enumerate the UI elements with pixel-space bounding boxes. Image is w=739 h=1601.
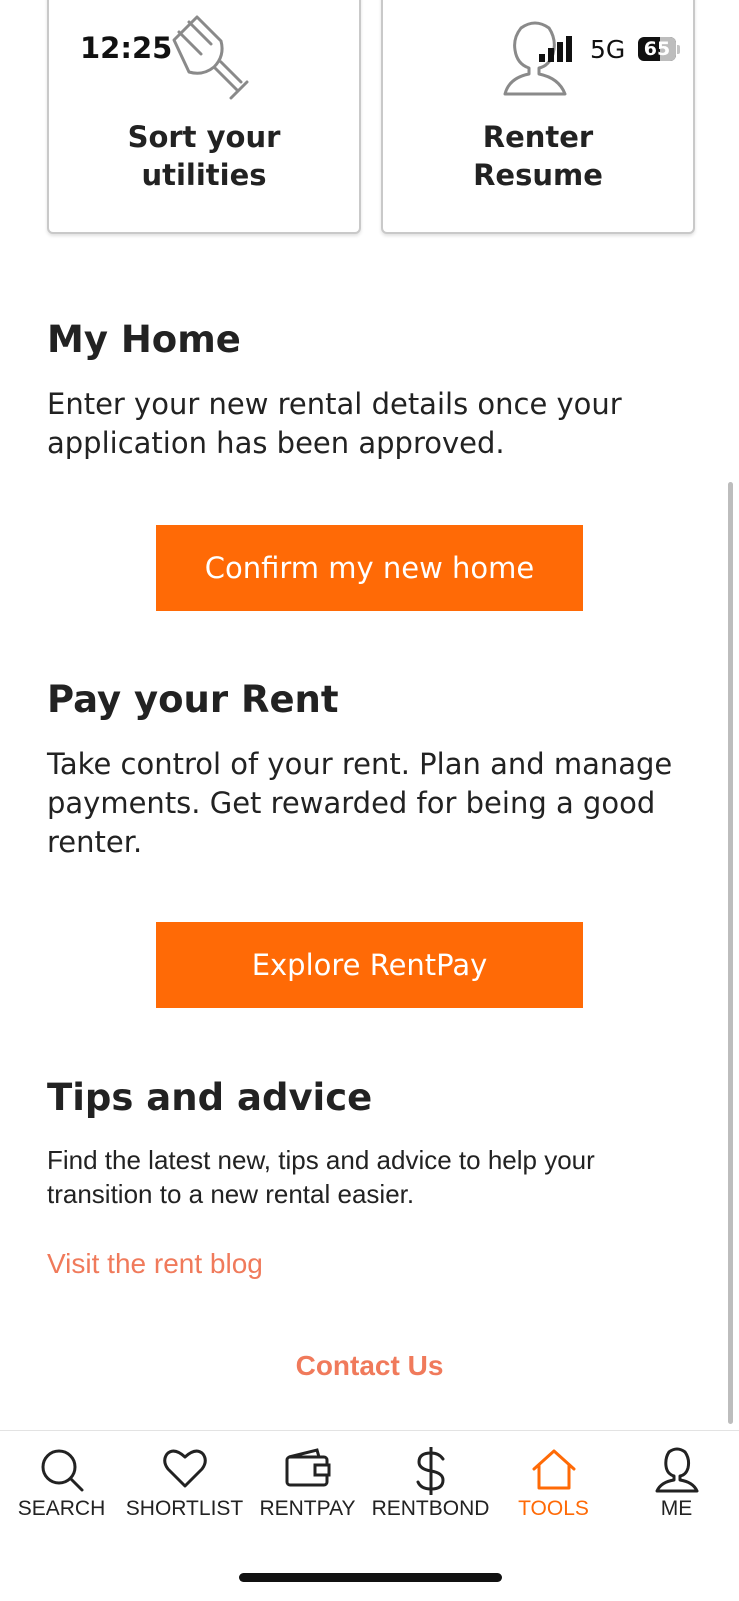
tab-label: RENTPAY <box>259 1497 356 1520</box>
scrollbar[interactable] <box>728 482 733 1424</box>
search-icon <box>41 1449 83 1492</box>
my-home-description: Enter your new rental details once your … <box>47 387 622 460</box>
tips-title: Tips and advice <box>47 1076 373 1119</box>
tab-label: RENTBOND <box>371 1497 490 1520</box>
tab-label: TOOLS <box>518 1497 589 1520</box>
tab-tools[interactable]: TOOLS <box>492 1431 615 1531</box>
tab-label: SHORTLIST <box>125 1497 244 1520</box>
home-icon <box>532 1449 575 1490</box>
pay-rent-title: Pay your Rent <box>47 678 339 721</box>
tab-label: ME <box>660 1497 693 1520</box>
pay-rent-description: Take control of your rent. Plan and mana… <box>47 747 673 859</box>
tab-rentbond[interactable]: RENTBOND <box>369 1431 492 1531</box>
tips-description: Find the latest new, tips and advice to … <box>47 1145 595 1209</box>
explore-rentpay-button[interactable]: Explore RentPay <box>156 922 583 1008</box>
dollar-icon <box>416 1447 445 1495</box>
battery-icon: 65 <box>638 37 676 61</box>
heart-icon <box>162 1449 207 1488</box>
tab-shortlist[interactable]: SHORTLIST <box>123 1431 246 1531</box>
battery-nub <box>677 45 680 54</box>
card-label: Sort your utilities <box>127 120 281 192</box>
network-type: 5G <box>590 35 626 64</box>
my-home-title: My Home <box>47 318 241 361</box>
home-indicator <box>239 1573 502 1582</box>
tab-rentpay[interactable]: RENTPAY <box>246 1431 369 1531</box>
card-label: Renter Resume <box>473 120 603 192</box>
status-time: 12:25 <box>80 31 173 65</box>
person-icon <box>655 1447 698 1493</box>
confirm-new-home-button[interactable]: Confirm my new home <box>156 525 583 611</box>
plug-icon <box>172 15 249 100</box>
tab-search[interactable]: SEARCH <box>0 1431 123 1531</box>
tab-me[interactable]: ME <box>615 1431 738 1531</box>
contact-us-link[interactable]: Contact Us <box>0 1350 739 1382</box>
signal-icon <box>539 36 572 62</box>
wallet-icon <box>285 1448 330 1487</box>
rent-blog-link[interactable]: Visit the rent blog <box>47 1248 263 1280</box>
